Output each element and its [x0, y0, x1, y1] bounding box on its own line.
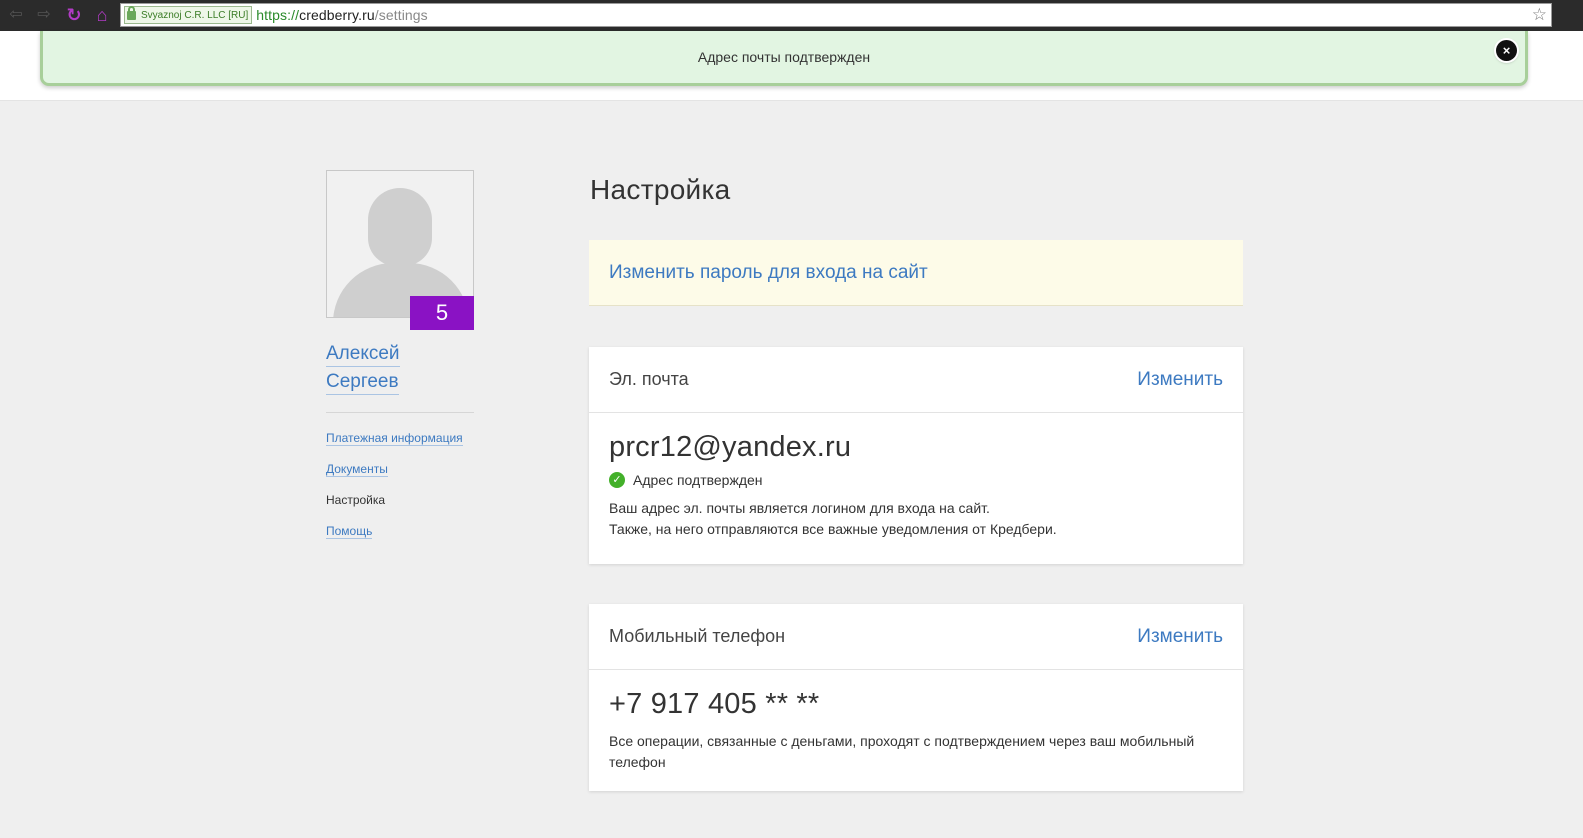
- level-badge: 5: [410, 296, 474, 330]
- email-card-header: Эл. почта Изменить: [589, 347, 1243, 413]
- sidebar-link-payment[interactable]: Платежная информация: [326, 431, 463, 446]
- certificate-badge[interactable]: Svyaznoj C.R. LLC [RU]: [124, 5, 253, 24]
- address-bar[interactable]: Svyaznoj C.R. LLC [RU] https://credberry…: [120, 3, 1552, 27]
- notification-message: Адрес почты подтвержден: [697, 49, 871, 65]
- email-note: Ваш адрес эл. почты является логином для…: [609, 498, 1223, 540]
- email-note-line-2: Также, на него отправляются все важные у…: [609, 521, 1057, 537]
- back-arrow-icon[interactable]: ⇦: [6, 5, 26, 25]
- user-first-name[interactable]: Алексей: [326, 342, 400, 367]
- sidebar-item-documents: Документы: [326, 459, 463, 490]
- phone-card: Мобильный телефон Изменить +7 917 405 **…: [589, 604, 1243, 791]
- change-phone-button[interactable]: Изменить: [1137, 626, 1223, 648]
- phone-value: +7 917 405 ** **: [609, 688, 820, 720]
- bookmark-star-icon[interactable]: ☆: [1532, 5, 1547, 25]
- change-password-box: Изменить пароль для входа на сайт: [589, 240, 1243, 306]
- avatar-placeholder-head: [368, 188, 432, 266]
- sidebar-link-documents[interactable]: Документы: [326, 462, 388, 477]
- lock-icon: [127, 5, 136, 20]
- phone-note: Все операции, связанные с деньгами, прох…: [609, 733, 1195, 770]
- browser-toolbar: ⇦ ⇨ ↻ ⌂ Svyaznoj C.R. LLC [RU] https://c…: [0, 0, 1583, 31]
- email-card-title: Эл. почта: [609, 369, 689, 389]
- phone-card-body: +7 917 405 ** ** Все операции, связанные…: [589, 670, 1243, 773]
- sidebar-current-settings: Настройка: [326, 493, 386, 507]
- email-verified-label: Адрес подтвержден: [633, 472, 763, 488]
- email-card: Эл. почта Изменить prcr12@yandex.ru ✓ Ад…: [589, 347, 1243, 564]
- sidebar-item-payment: Платежная информация: [326, 428, 463, 459]
- email-verified-status: ✓ Адрес подтвержден: [609, 472, 1223, 488]
- url-scheme: https://: [256, 7, 300, 23]
- url-host: credberry.ru: [299, 7, 375, 23]
- home-icon[interactable]: ⌂: [92, 5, 112, 25]
- success-notification: Адрес почты подтвержден: [40, 31, 1528, 86]
- user-name-link[interactable]: Алексей Сергеев: [326, 340, 476, 396]
- url-path: /settings: [374, 7, 428, 23]
- close-icon[interactable]: ×: [1496, 40, 1517, 61]
- sidebar-item-settings: Настройка: [326, 490, 463, 521]
- url-text[interactable]: https://credberry.ru/settings: [256, 7, 428, 23]
- certificate-label: Svyaznoj C.R. LLC [RU]: [141, 9, 249, 21]
- change-email-button[interactable]: Изменить: [1137, 369, 1223, 391]
- phone-card-header: Мобильный телефон Изменить: [589, 604, 1243, 670]
- email-value: prcr12@yandex.ru: [609, 431, 852, 463]
- forward-arrow-icon[interactable]: ⇨: [34, 5, 54, 25]
- phone-card-title: Мобильный телефон: [609, 626, 786, 646]
- sidebar-item-help: Помощь: [326, 521, 463, 552]
- sidebar-link-help[interactable]: Помощь: [326, 524, 373, 539]
- email-note-line-1: Ваш адрес эл. почты является логином для…: [609, 500, 990, 516]
- sidebar-menu: Платежная информация Документы Настройка…: [326, 428, 463, 552]
- check-icon: ✓: [609, 472, 625, 488]
- sidebar-divider: [326, 412, 474, 413]
- user-last-name[interactable]: Сергеев: [326, 370, 399, 395]
- reload-icon[interactable]: ↻: [64, 5, 84, 25]
- page-title: Настройка: [590, 174, 731, 205]
- email-card-body: prcr12@yandex.ru ✓ Адрес подтвержден Ваш…: [589, 413, 1243, 540]
- change-password-link[interactable]: Изменить пароль для входа на сайт: [609, 262, 928, 284]
